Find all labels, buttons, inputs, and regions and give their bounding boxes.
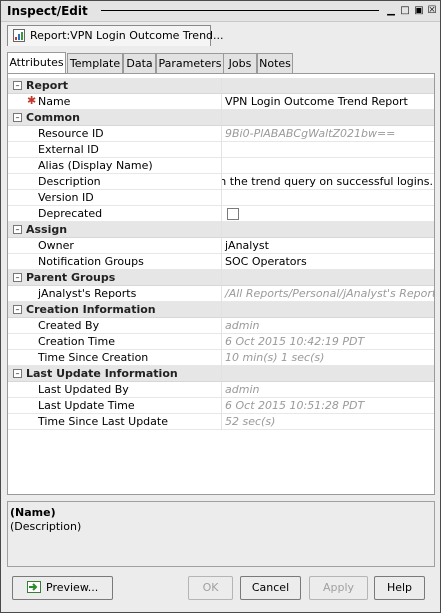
group-report[interactable]: – Report [8, 78, 434, 94]
report-document-tab-label: Report:VPN Login Outcome Trend... [30, 29, 224, 42]
apply-button[interactable]: Apply [309, 576, 368, 600]
collapse-icon[interactable]: – [13, 273, 22, 282]
attribute-label: Last Updated By [38, 383, 129, 396]
help-button[interactable]: Help [374, 576, 425, 600]
description-pane-text: (Description) [10, 520, 82, 533]
ok-button[interactable]: OK [188, 576, 233, 600]
group-assign[interactable]: – Assign [8, 222, 434, 238]
tab-notes[interactable]: Notes [257, 53, 293, 73]
group-parent-groups[interactable]: – Parent Groups [8, 270, 434, 286]
description-pane-name: (Name) [10, 506, 56, 519]
collapse-icon[interactable]: – [13, 225, 22, 234]
description-pane: (Name) (Description) [7, 501, 435, 567]
group-label: Common [26, 111, 80, 124]
cancel-button[interactable]: Cancel [240, 576, 301, 600]
window-title: Inspect/Edit [7, 4, 88, 18]
inspect-edit-window: Inspect/Edit ▁ □ ▣ ☒ Report:VPN Login Ou… [0, 0, 441, 613]
attribute-row-notification-groups[interactable]: Notification Groups SOC Operators [8, 254, 434, 270]
preview-button[interactable]: Preview... [12, 576, 113, 600]
owner-value[interactable]: jAnalyst [225, 239, 269, 252]
close-icon[interactable]: ☒ [426, 5, 438, 17]
attribute-row-version-id[interactable]: Version ID [8, 190, 434, 206]
group-creation-information[interactable]: – Creation Information [8, 302, 434, 318]
name-value[interactable]: VPN Login Outcome Trend Report [225, 95, 408, 108]
attribute-row-time-since-last-update[interactable]: Time Since Last Update 52 sec(s) [8, 414, 434, 430]
preview-button-label: Preview... [46, 581, 99, 594]
group-last-update-information[interactable]: – Last Update Information [8, 366, 434, 382]
attribute-label: Creation Time [38, 335, 115, 348]
report-document-tab[interactable]: Report:VPN Login Outcome Trend... [7, 25, 224, 46]
attribute-row-creation-time[interactable]: Creation Time 6 Oct 2015 10:42:19 PDT [8, 334, 434, 350]
attribute-label: Last Update Time [38, 399, 135, 412]
minimize-icon[interactable]: ▁ [385, 5, 397, 17]
last-updated-by-value: admin [225, 383, 260, 396]
group-label: Report [26, 79, 69, 92]
preview-icon [27, 581, 41, 593]
attribute-label: Created By [38, 319, 100, 332]
attribute-label: Time Since Creation [38, 351, 149, 364]
creation-time-value: 6 Oct 2015 10:42:19 PDT [225, 335, 365, 348]
group-label: Last Update Information [26, 367, 178, 380]
maximize-icon[interactable]: ▣ [413, 5, 425, 17]
attribute-label: Description [38, 175, 101, 188]
attribute-row-created-by[interactable]: Created By admin [8, 318, 434, 334]
required-icon: ✱ [27, 94, 37, 107]
attribute-row-last-update-time[interactable]: Last Update Time 6 Oct 2015 10:51:28 PDT [8, 398, 434, 414]
group-label: Creation Information [26, 303, 156, 316]
collapse-icon[interactable]: – [13, 305, 22, 314]
attribute-label: External ID [38, 143, 99, 156]
attribute-row-last-updated-by[interactable]: Last Updated By admin [8, 382, 434, 398]
attribute-label: jAnalyst's Reports [38, 287, 137, 300]
attribute-row-time-since-creation[interactable]: Time Since Creation 10 min(s) 1 sec(s) [8, 350, 434, 366]
attribute-row-resource-id[interactable]: Resource ID 9Bi0-PlABABCgWaltZ021bw== [8, 126, 434, 142]
attribute-row-parent-reports[interactable]: jAnalyst's Reports /All Reports/Personal… [8, 286, 434, 302]
attribute-label: Deprecated [38, 207, 103, 220]
group-label: Assign [26, 223, 68, 236]
created-by-value: admin [225, 319, 260, 332]
attribute-label: Name [38, 95, 71, 108]
title-bar: Inspect/Edit ▁ □ ▣ ☒ [1, 1, 440, 22]
external-id-field[interactable] [221, 142, 434, 158]
title-bar-divider [101, 10, 379, 11]
dock-icon[interactable]: □ [399, 5, 411, 17]
attribute-label: Resource ID [38, 127, 104, 140]
deprecated-checkbox[interactable] [227, 208, 239, 220]
report-icon [13, 29, 25, 42]
attribute-row-external-id[interactable]: External ID [8, 142, 434, 158]
group-common[interactable]: – Common [8, 110, 434, 126]
collapse-icon[interactable]: – [13, 369, 22, 378]
group-label: Parent Groups [26, 271, 116, 284]
time-since-creation-value: 10 min(s) 1 sec(s) [225, 351, 325, 364]
collapse-icon[interactable]: – [13, 81, 22, 90]
version-id-field[interactable] [221, 190, 434, 206]
tab-jobs[interactable]: Jobs [223, 53, 257, 73]
tab-template[interactable]: Template [67, 53, 123, 73]
attribute-row-alias[interactable]: Alias (Display Name) [8, 158, 434, 174]
attribute-label: Notification Groups [38, 255, 144, 268]
last-update-time-value: 6 Oct 2015 10:51:28 PDT [225, 399, 365, 412]
tab-data[interactable]: Data [123, 53, 156, 73]
parent-reports-value: /All Reports/Personal/jAnalyst's Reports… [225, 287, 435, 300]
tab-attributes[interactable]: Attributes [7, 52, 66, 73]
attribute-row-owner[interactable]: Owner jAnalyst [8, 238, 434, 254]
attribute-row-description[interactable]: Description ed on the trend query on suc… [8, 174, 434, 190]
attribute-row-name[interactable]: ✱ Name VPN Login Outcome Trend Report [8, 94, 434, 110]
attribute-label: Alias (Display Name) [38, 159, 153, 172]
description-value[interactable]: ed on the trend query on successful logi… [222, 175, 433, 188]
attribute-row-deprecated[interactable]: Deprecated [8, 206, 434, 222]
attributes-panel: – Report ✱ Name VPN Login Outcome Trend Re… [7, 73, 435, 495]
attribute-label: Version ID [38, 191, 94, 204]
tab-parameters[interactable]: Parameters [156, 53, 224, 73]
collapse-icon[interactable]: – [13, 113, 22, 122]
alias-field[interactable] [221, 158, 434, 174]
attribute-label: Owner [38, 239, 74, 252]
time-since-last-update-value: 52 sec(s) [225, 415, 276, 428]
notification-groups-value[interactable]: SOC Operators [225, 255, 307, 268]
resource-id-value: 9Bi0-PlABABCgWaltZ021bw== [225, 127, 396, 140]
attribute-label: Time Since Last Update [38, 415, 168, 428]
